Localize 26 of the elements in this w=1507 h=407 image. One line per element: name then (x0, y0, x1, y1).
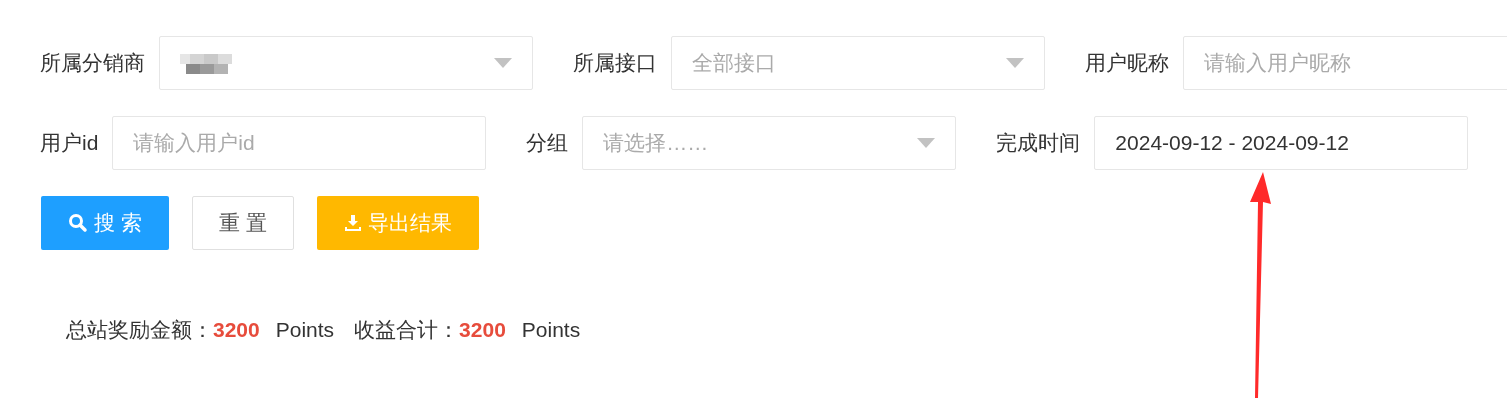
input-field[interactable]: 2024-09-12 - 2024-09-12 (1094, 116, 1469, 170)
caret-icon (917, 138, 936, 148)
search-icon (68, 213, 88, 233)
input-field[interactable]: 请输入用户昵称 (1183, 36, 1507, 90)
select-field[interactable]: 请选择…… (582, 116, 957, 170)
field-label: 所属分销商 (40, 50, 145, 76)
search-button[interactable]: 搜 索 (41, 196, 169, 250)
field-label: 完成时间 (996, 130, 1081, 156)
amount-value: 3200 (459, 318, 506, 342)
field-label: 用户id (40, 130, 99, 156)
summary-label: 收益合计： (354, 317, 460, 343)
summary-label: 总站奖励金额： (66, 317, 213, 343)
select-field[interactable] (159, 36, 533, 90)
caret-icon (1006, 58, 1024, 68)
unit-label: Points (275, 318, 335, 342)
unit-label: Points (521, 318, 581, 342)
reset-button[interactable]: 重 置 (191, 196, 294, 250)
field-label: 所属接口 (573, 50, 657, 76)
input-field[interactable]: 请输入用户id (112, 116, 487, 170)
field-label: 分组 (526, 130, 569, 156)
select-field[interactable]: 全部接口 (671, 36, 1045, 90)
caret-icon (494, 58, 512, 68)
export-button[interactable]: 导出结果 (316, 196, 479, 250)
amount-value: 3200 (213, 318, 260, 342)
download-icon (343, 214, 362, 232)
field-label: 用户昵称 (1085, 50, 1169, 76)
